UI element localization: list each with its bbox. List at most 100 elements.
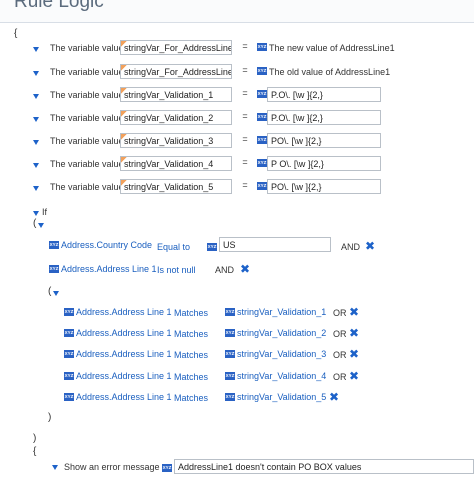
nested-condition-operator[interactable]: Matches xyxy=(174,329,208,339)
nested-condition-value: XYZ stringVar_Validation_1 xyxy=(225,307,326,317)
field-type-icon: XYZ xyxy=(64,372,74,380)
variable-name-input[interactable]: stringVar_For_AddressLine1 xyxy=(120,64,232,79)
variable-row-toggle[interactable] xyxy=(33,94,39,99)
condition-conjunction: AND xyxy=(341,242,361,252)
country-code-value-input[interactable]: US xyxy=(219,237,331,252)
nested-condition-var[interactable]: stringVar_Validation_2 xyxy=(237,328,326,338)
variable-row-toggle[interactable] xyxy=(33,163,39,168)
page-title: Rule Logic xyxy=(14,0,104,12)
condition-operator[interactable]: Is not null xyxy=(157,265,196,275)
nested-condition-row: XYZ Address.Address Line 1 xyxy=(64,328,172,338)
variable-label: The variable value xyxy=(50,136,124,146)
nested-group-toggle[interactable] xyxy=(53,291,59,296)
value-type-icon: XYZ xyxy=(207,243,217,251)
variable-label: The variable value xyxy=(50,182,124,192)
remove-nested-condition-icon[interactable]: ✖ xyxy=(349,369,359,383)
variable-row-toggle[interactable] xyxy=(33,117,39,122)
variable-name-input[interactable]: stringVar_Validation_4 xyxy=(120,156,232,171)
variable-name-input[interactable]: stringVar_Validation_1 xyxy=(120,87,232,102)
nested-condition-value: XYZ stringVar_Validation_4 xyxy=(225,371,326,381)
nested-condition-operator[interactable]: Matches xyxy=(174,393,208,403)
action-toggle[interactable] xyxy=(52,465,58,470)
variable-value-input[interactable]: P.O\. [\w ]{2,} xyxy=(267,110,381,125)
value-type-icon: XYZ xyxy=(225,329,235,337)
condition-field[interactable]: Address.Address Line 1 xyxy=(61,264,157,274)
field-type-icon: XYZ xyxy=(64,350,74,358)
nested-group-close: ) xyxy=(48,412,52,423)
value-type-icon: XYZ xyxy=(257,90,267,98)
variable-name-input[interactable]: stringVar_Validation_3 xyxy=(120,133,232,148)
value-type-icon: XYZ xyxy=(225,308,235,316)
value-type-icon: XYZ xyxy=(257,159,267,167)
nested-condition-row: XYZ Address.Address Line 1 xyxy=(64,392,172,402)
nested-condition-field[interactable]: Address.Address Line 1 xyxy=(76,349,172,359)
variable-label: The variable value xyxy=(50,159,124,169)
variable-name-input[interactable]: stringVar_Validation_2 xyxy=(120,110,232,125)
nested-group-open: ( xyxy=(48,286,52,297)
condition-operator[interactable]: Equal to xyxy=(157,242,190,252)
variable-label: The variable value xyxy=(50,90,124,100)
variable-label: The variable value xyxy=(50,67,124,77)
remove-condition-icon[interactable]: ✖ xyxy=(365,239,375,253)
nested-condition-var[interactable]: stringVar_Validation_3 xyxy=(237,349,326,359)
assign-operator: = xyxy=(242,180,248,190)
field-type-icon: XYZ xyxy=(49,241,59,249)
variable-value-text[interactable]: The new value of AddressLine1 xyxy=(269,43,395,53)
nested-condition-var[interactable]: stringVar_Validation_5 xyxy=(237,392,326,402)
field-type-icon: XYZ xyxy=(64,393,74,401)
nested-condition-conjunction: OR xyxy=(333,308,347,318)
remove-nested-condition-icon[interactable]: ✖ xyxy=(349,326,359,340)
if-group-toggle[interactable] xyxy=(38,223,44,228)
remove-nested-condition-icon[interactable]: ✖ xyxy=(349,305,359,319)
nested-condition-conjunction: OR xyxy=(333,372,347,382)
nested-condition-operator[interactable]: Matches xyxy=(174,350,208,360)
condition-conjunction: AND xyxy=(215,265,235,275)
variable-row-toggle[interactable] xyxy=(33,47,39,52)
page-header: Rule Logic xyxy=(0,0,474,23)
variable-name-input[interactable]: stringVar_Validation_5 xyxy=(120,179,232,194)
remove-condition-icon[interactable]: ✖ xyxy=(240,262,250,276)
condition-field[interactable]: Address.Country Code xyxy=(61,240,152,250)
variable-value-input[interactable]: P O\. [\w ]{2,} xyxy=(267,156,381,171)
nested-condition-row: XYZ Address.Address Line 1 xyxy=(64,349,172,359)
value-type-icon: XYZ xyxy=(257,113,267,121)
value-type-icon: XYZ xyxy=(225,350,235,358)
nested-condition-field[interactable]: Address.Address Line 1 xyxy=(76,392,172,402)
nested-condition-operator[interactable]: Matches xyxy=(174,372,208,382)
value-type-icon: XYZ xyxy=(257,67,267,75)
assign-operator: = xyxy=(242,111,248,121)
nested-condition-value: XYZ stringVar_Validation_5 xyxy=(225,392,326,402)
action-label: Show an error message xyxy=(64,462,160,472)
variable-value-input[interactable]: P.O\. [\w ]{2,} xyxy=(267,87,381,102)
variable-name-input[interactable]: stringVar_For_AddressLine1 xyxy=(120,40,232,55)
message-type-icon: XYZ xyxy=(162,464,172,472)
variable-value-input[interactable]: PO\. [\w ]{2,} xyxy=(267,133,381,148)
nested-condition-row: XYZ Address.Address Line 1 xyxy=(64,307,172,317)
assign-operator: = xyxy=(242,65,248,75)
remove-nested-condition-icon[interactable]: ✖ xyxy=(349,347,359,361)
if-collapse-toggle[interactable] xyxy=(33,211,39,216)
nested-condition-field[interactable]: Address.Address Line 1 xyxy=(76,328,172,338)
nested-condition-var[interactable]: stringVar_Validation_4 xyxy=(237,371,326,381)
nested-condition-field[interactable]: Address.Address Line 1 xyxy=(76,371,172,381)
assign-operator: = xyxy=(242,41,248,51)
variable-row-toggle[interactable] xyxy=(33,71,39,76)
value-type-icon: XYZ xyxy=(257,182,267,190)
if-group-close: ) xyxy=(33,433,37,444)
nested-condition-value: XYZ stringVar_Validation_3 xyxy=(225,349,326,359)
value-type-icon: XYZ xyxy=(257,136,267,144)
condition-address-line-not-null: XYZ Address.Address Line 1 xyxy=(49,264,157,274)
nested-condition-field[interactable]: Address.Address Line 1 xyxy=(76,307,172,317)
variable-row-toggle[interactable] xyxy=(33,140,39,145)
error-message-input[interactable]: AddressLine1 doesn't contain PO BOX valu… xyxy=(174,459,474,474)
value-type-icon: XYZ xyxy=(225,393,235,401)
nested-condition-operator[interactable]: Matches xyxy=(174,308,208,318)
then-brace-open: { xyxy=(33,446,37,457)
open-brace: { xyxy=(14,28,18,39)
if-keyword: If xyxy=(42,207,48,217)
remove-nested-condition-icon[interactable]: ✖ xyxy=(329,390,339,404)
variable-value-input[interactable]: PO\. [\w ]{2,} xyxy=(267,179,381,194)
nested-condition-var[interactable]: stringVar_Validation_1 xyxy=(237,307,326,317)
variable-value-text[interactable]: The old value of AddressLine1 xyxy=(269,67,390,77)
variable-row-toggle[interactable] xyxy=(33,186,39,191)
